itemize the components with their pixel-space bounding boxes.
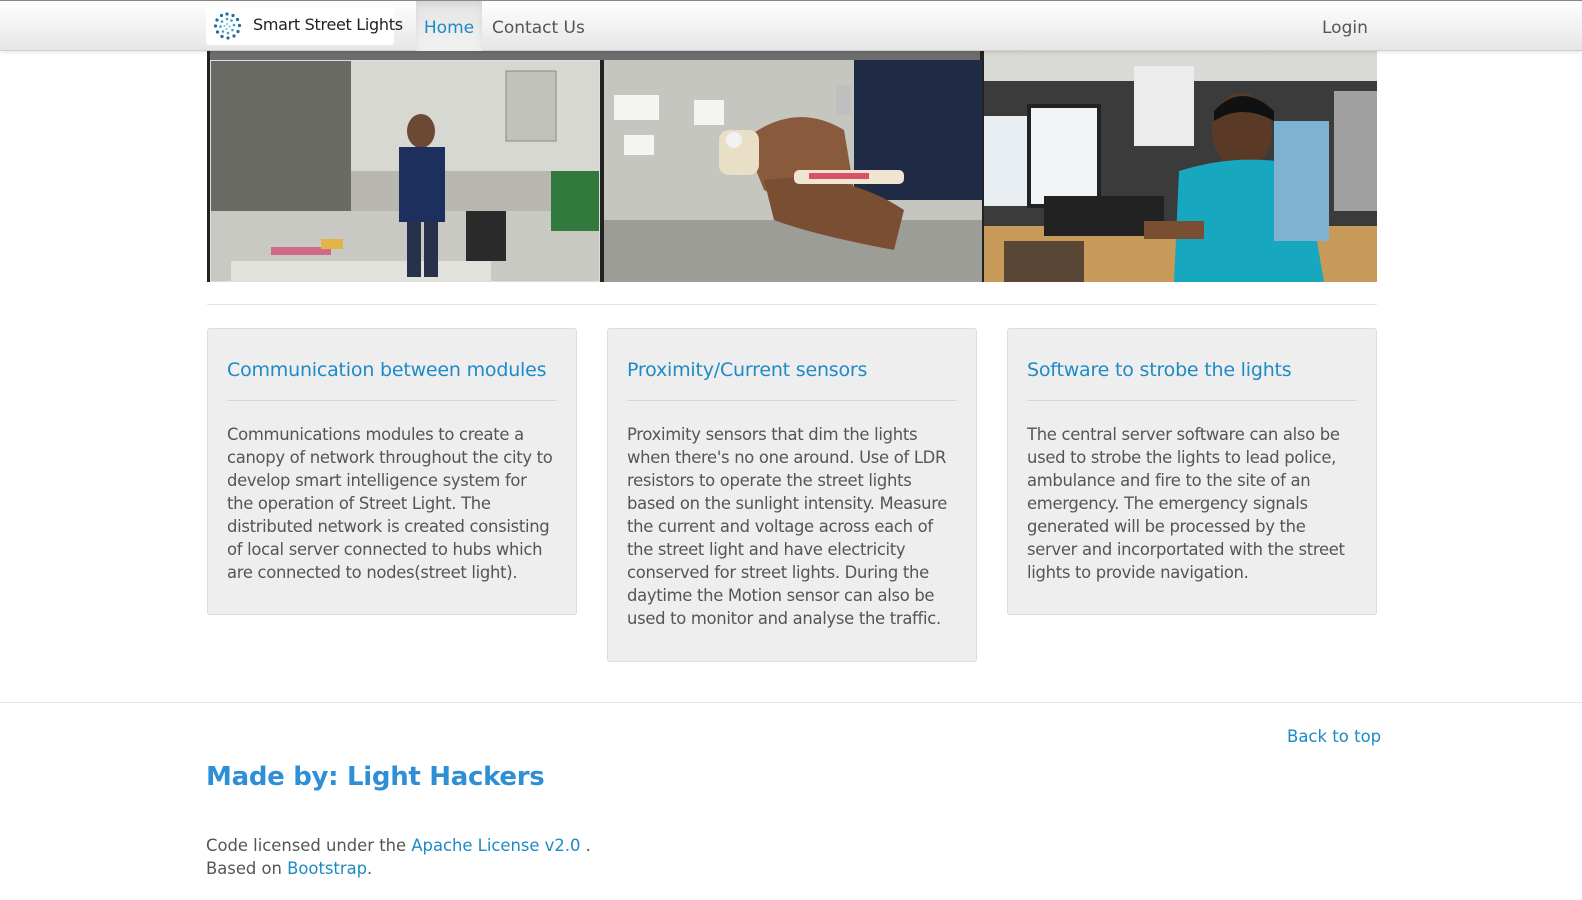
feature-card-software: Software to strobe the lights The centra…: [1007, 328, 1377, 615]
back-to-top-link[interactable]: Back to top: [1287, 727, 1381, 746]
section-divider: [207, 304, 1377, 305]
nav-home-link[interactable]: Home: [416, 1, 482, 51]
hero-photo-computer-desk: [984, 51, 1377, 282]
apache-license-link[interactable]: Apache License v2.0: [411, 836, 580, 855]
hero-photo-workshop: [210, 60, 600, 282]
brand-logo-link[interactable]: Smart Street Lights: [206, 7, 403, 46]
brand-name: Smart Street Lights: [253, 15, 403, 34]
nav-login-link[interactable]: Login: [1322, 1, 1368, 51]
feature-description: Proximity sensors that dim the lights wh…: [627, 425, 948, 628]
feature-title[interactable]: Software to strobe the lights: [1027, 358, 1357, 401]
based-on-line: Based on Bootstrap.: [206, 859, 372, 878]
feature-title[interactable]: Proximity/Current sensors: [627, 358, 957, 401]
nav-contact-us-link[interactable]: Contact Us: [492, 1, 585, 51]
hero-top-strip: [210, 51, 980, 60]
bootstrap-link[interactable]: Bootstrap: [287, 859, 367, 878]
license-line: Code licensed under the Apache License v…: [206, 836, 591, 855]
navbar: Smart Street Lights Home Contact Us Logi…: [0, 0, 1582, 51]
license-suffix: .: [580, 836, 591, 855]
feature-card-communication: Communication between modules Communicat…: [207, 328, 577, 615]
license-prefix: Code licensed under the: [206, 836, 412, 855]
feature-description: The central server software can also be …: [1027, 425, 1345, 582]
made-by-heading: Made by: Light Hackers: [206, 762, 545, 792]
dotted-circle-logo-icon: [210, 10, 244, 46]
feature-card-sensors: Proximity/Current sensors Proximity sens…: [607, 328, 977, 662]
feature-description: Communications modules to create a canop…: [227, 425, 553, 582]
based-prefix: Based on: [206, 859, 288, 878]
footer-divider: [0, 702, 1582, 703]
hero-photo-hand-sensor: [604, 60, 982, 282]
feature-title[interactable]: Communication between modules: [227, 358, 557, 401]
hero-image-banner: [207, 51, 1377, 282]
based-suffix: .: [367, 859, 373, 878]
